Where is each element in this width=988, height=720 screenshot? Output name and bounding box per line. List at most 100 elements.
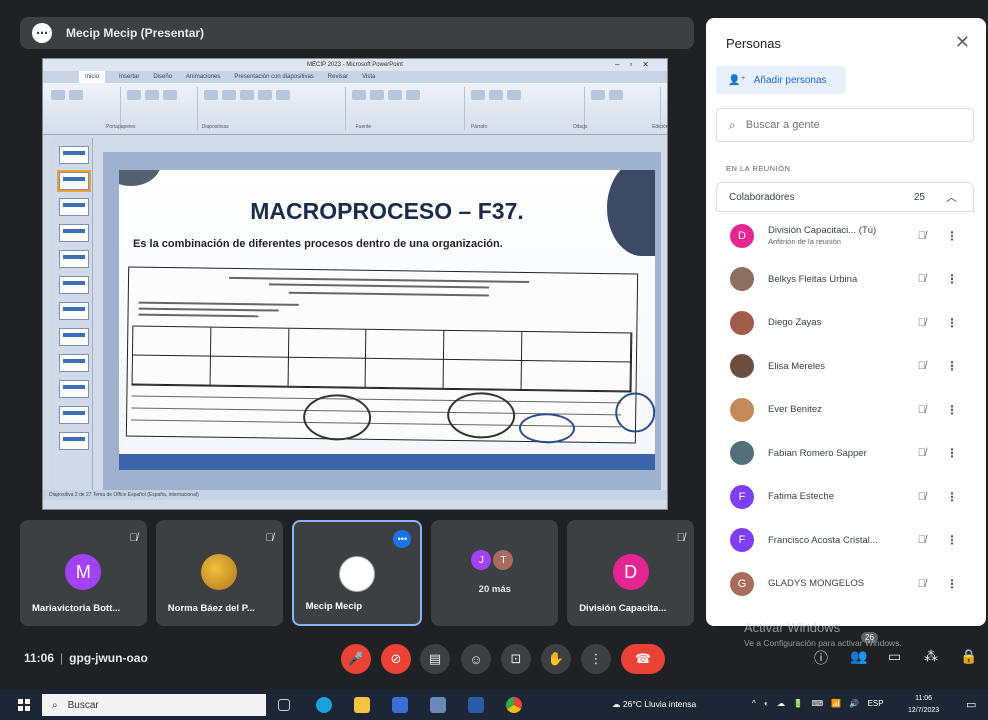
people-panel-title: Personas (726, 36, 781, 51)
participant-tile[interactable]: ••• Mecip Mecip (291, 520, 423, 626)
slide-area: MACROPROCESO – F37. Es la combinación de… (103, 152, 661, 492)
slide-thumbnail (59, 302, 89, 320)
more-vert-icon[interactable]: ⋮ (946, 359, 958, 373)
more-options-icon[interactable]: ⋯ (32, 23, 52, 43)
participant-name: Fabian Romero Sapper (768, 447, 867, 459)
list-item[interactable]: G GLADYS MONGELOS 🎙̸ ⋮ (716, 562, 974, 606)
search-input[interactable] (745, 119, 946, 131)
mail-icon[interactable] (430, 697, 446, 713)
mic-off-icon[interactable]: 🎙̸ (918, 404, 926, 416)
edge-icon[interactable] (316, 697, 332, 713)
raise-hand-button[interactable]: ✋ (541, 644, 571, 674)
list-item[interactable]: Elisa Mereles 🎙̸ ⋮ (716, 345, 974, 389)
slide-thumbnail (59, 146, 89, 164)
chevron-up-icon[interactable]: ︿ (946, 189, 957, 205)
mic-off-icon[interactable]: 🎙̸ (918, 360, 926, 372)
group-label: Colaboradores (729, 191, 795, 203)
mic-off-icon[interactable]: 🎙̸ (918, 230, 926, 242)
store-icon[interactable] (392, 697, 408, 713)
more-vert-icon[interactable]: ⋮ (946, 446, 958, 460)
ppt-tab: Diseño (153, 74, 173, 80)
meeting-time: 11:06 (24, 651, 55, 665)
participant-role: Anfitrión de la reunión (768, 237, 841, 247)
ppt-tab: Revisar (327, 74, 349, 80)
file-explorer-icon[interactable] (354, 697, 370, 713)
info-icon[interactable]: ⓘ (814, 648, 828, 668)
more-vert-icon[interactable]: ⋮ (946, 577, 958, 591)
slide-subtitle: Es la combinación de diferentes procesos… (133, 238, 503, 250)
more-participants-tile[interactable]: J T 20 más (431, 520, 559, 626)
participant-name: Elisa Mereles (768, 360, 826, 372)
participant-tile[interactable]: 🎙̸ D División Capacita... (567, 520, 694, 626)
people-icon[interactable]: 👥 (850, 648, 867, 665)
weather-widget[interactable]: ☁ 26°C Lluvia intensa (612, 699, 696, 710)
more-vert-icon[interactable]: ⋮ (946, 229, 958, 243)
more-vert-icon[interactable]: ⋮ (946, 272, 958, 286)
task-view-icon[interactable] (278, 699, 290, 711)
captions-button[interactable]: ▤ (420, 644, 450, 674)
system-tray[interactable]: ^ ◐ ☁ 🔋 ⌨ 📶 🔊 ESP (752, 699, 884, 708)
taskbar-search[interactable]: ⌕ Buscar (42, 694, 266, 716)
more-options-button[interactable]: ⋮ (581, 644, 611, 674)
clock-date: 12/7/2023 (908, 707, 940, 714)
participant-tiles: 🎙̸ M Mariavictoria Bott... 🎙̸ Norma Báez… (20, 520, 694, 626)
list-item[interactable]: Diego Zayas 🎙̸ ⋮ (716, 301, 974, 345)
list-item[interactable]: Belkys Fleitas Urbina 🎙̸ ⋮ (716, 258, 974, 302)
list-item[interactable]: Fabian Romero Sapper 🎙̸ ⋮ (716, 432, 974, 476)
participant-name: Mariavictoria Bott... (32, 603, 121, 614)
search-icon: ⌕ (52, 699, 58, 711)
list-item[interactable]: Ever Benitez 🎙̸ ⋮ (716, 388, 974, 432)
slide-thumbnails (51, 138, 93, 496)
more-vert-icon[interactable]: ⋮ (946, 490, 958, 504)
add-people-label: Añadir personas (753, 74, 827, 86)
add-people-button[interactable]: 👤⁺ Añadir personas (716, 66, 846, 94)
activities-icon[interactable]: ⁂ (924, 648, 938, 665)
ribbon-group: Edición (589, 87, 668, 130)
chrome-icon[interactable] (506, 697, 522, 713)
section-label: EN LA REUNIÓN (726, 164, 791, 173)
more-vert-icon[interactable]: ⋮ (946, 533, 958, 547)
stamp-mark (614, 392, 655, 433)
collaborators-header[interactable]: Colaboradores 25 ︿ (716, 182, 974, 212)
present-button[interactable]: ⊡ (501, 644, 531, 674)
list-item[interactable]: D División Capacitaci... (Tú) Anfitrión d… (716, 214, 974, 258)
participant-tile[interactable]: 🎙̸ M Mariavictoria Bott... (20, 520, 147, 626)
mic-off-icon[interactable]: 🎙̸ (918, 447, 926, 459)
chat-icon[interactable]: ▭ (888, 648, 901, 665)
windows-taskbar: ⌕ Buscar ☁ 26°C Lluvia intensa ^ ◐ ☁ 🔋 ⌨… (0, 690, 988, 720)
search-icon: ⌕ (729, 117, 736, 132)
participant-name: Ever Benitez (768, 404, 822, 416)
word-icon[interactable] (468, 697, 484, 713)
notifications-icon[interactable]: ▭ (966, 698, 976, 711)
participant-tile[interactable]: 🎙̸ Norma Báez del P... (155, 520, 283, 626)
list-item[interactable]: F Francisco Acosta Cristal... 🎙̸ ⋮ (716, 519, 974, 563)
mic-off-icon[interactable]: 🎙̸ (918, 491, 926, 503)
language-indicator: ESP (867, 699, 884, 708)
taskbar-clock[interactable]: 11:06 12/7/2023 (908, 693, 939, 717)
speaking-icon: ••• (393, 530, 412, 548)
more-vert-icon[interactable]: ⋮ (946, 316, 958, 330)
participant-name: Francisco Acosta Cristal... (768, 534, 878, 546)
more-vert-icon[interactable]: ⋮ (946, 403, 958, 417)
ppt-body: MACROPROCESO – F37. Es la combinación de… (43, 136, 667, 500)
windows-activation-hint: Ve a Configuración para activar Windows. (744, 638, 902, 648)
hang-up-button[interactable]: ☎ (621, 644, 665, 674)
list-item[interactable]: F Fatima Esteche 🎙̸ ⋮ (716, 475, 974, 519)
mic-off-icon[interactable]: 🎙̸ (918, 534, 926, 546)
camera-toggle-button[interactable]: ⊘ (381, 644, 411, 674)
windows-start-icon[interactable] (18, 699, 30, 711)
avatar: F (730, 484, 754, 509)
mic-off-icon[interactable]: 🎙̸ (918, 273, 926, 285)
people-search: ⌕ (716, 108, 974, 142)
avatar (338, 556, 375, 592)
mic-off-icon[interactable]: 🎙̸ (918, 317, 926, 329)
more-participants-label: 20 más (478, 584, 511, 595)
mic-off-icon[interactable]: 🎙̸ (918, 578, 926, 590)
host-controls-icon[interactable]: 🔒 (960, 648, 977, 665)
avatar: M (65, 554, 102, 590)
emoji-button[interactable]: ☺ (461, 644, 491, 674)
close-icon[interactable]: ✕ (955, 32, 970, 53)
slide-thumbnail (59, 328, 89, 346)
mic-toggle-button[interactable]: 🎤 (341, 644, 371, 674)
avatar: G (730, 571, 754, 596)
